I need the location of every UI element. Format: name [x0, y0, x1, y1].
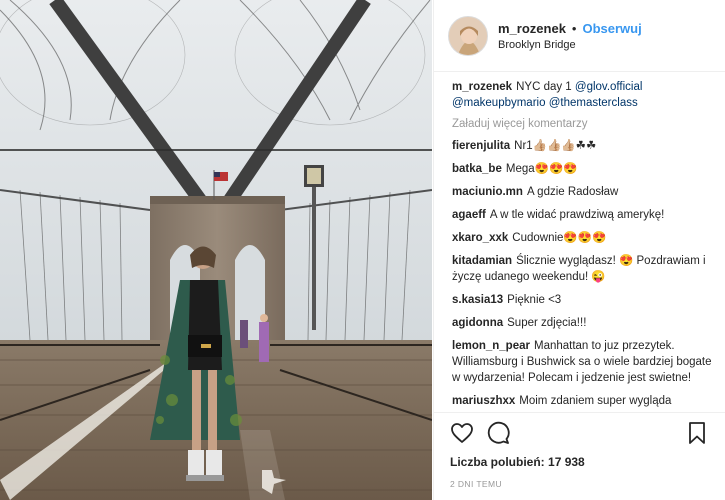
comment-text: Moim zdaniem super wygląda — [519, 395, 672, 407]
heart-icon[interactable] — [450, 421, 474, 445]
header-line: m_rozenek • Obserwuj — [498, 21, 642, 36]
comments-list[interactable]: m_rozenek NYC day 1 @glov.official @makeu… — [452, 79, 715, 409]
comment-username[interactable]: batka_be — [452, 163, 502, 175]
comment-username[interactable]: agaeff — [452, 209, 486, 221]
comment-item: mariuszhxx Moim zdaniem super wygląda — [452, 393, 715, 409]
comment-item: lemon_n_pear Manhattan to juz przezytek. … — [452, 338, 715, 386]
post-header: m_rozenek • Obserwuj Brooklyn Bridge — [434, 0, 725, 72]
comment-username[interactable]: kitadamian — [452, 255, 512, 267]
post-sidebar: m_rozenek • Obserwuj Brooklyn Bridge m_r… — [433, 0, 725, 500]
follow-button[interactable]: Obserwuj — [582, 21, 641, 36]
instagram-post-modal: m_rozenek • Obserwuj Brooklyn Bridge m_r… — [0, 0, 725, 500]
comment-text: Nr1👍🏼👍🏼👍🏼☘☘ — [514, 140, 597, 152]
header-text: m_rozenek • Obserwuj Brooklyn Bridge — [498, 21, 642, 51]
comment-icon[interactable] — [486, 421, 510, 445]
comment-username[interactable]: fierenjulita — [452, 140, 510, 152]
likes-label: Liczba polubień: — [450, 455, 545, 469]
comment-username[interactable]: agidonna — [452, 317, 503, 329]
username-link[interactable]: m_rozenek — [498, 21, 566, 36]
comment-item: agaeff A w tle widać prawdziwą amerykę! — [452, 207, 715, 223]
comment-item: xkaro_xxk Cudownie😍😍😍 — [452, 230, 715, 246]
comment-item: kitadamian Ślicznie wyglądasz! 😍 Pozdrawi… — [452, 253, 715, 285]
avatar[interactable] — [448, 15, 488, 56]
comment-username[interactable]: maciunio.mn — [452, 186, 523, 198]
comment-text: Mega😍😍😍 — [505, 163, 578, 175]
comment-item: agidonna Super zdjęcia!!! — [452, 315, 715, 331]
comment-item: s.kasia13 Pięknie <3 — [452, 292, 715, 308]
post-photo[interactable] — [0, 0, 432, 500]
comment-username[interactable]: xkaro_xxk — [452, 232, 508, 244]
post-actions: Liczba polubień: 17 938 2 DNI TEMU — [434, 412, 725, 500]
comment-text: Cudownie😍😍😍 — [512, 232, 607, 244]
comment-username[interactable]: mariuszhxx — [452, 395, 515, 407]
comment-username[interactable]: s.kasia13 — [452, 294, 503, 306]
bookmark-icon[interactable] — [685, 421, 709, 445]
post-timestamp[interactable]: 2 DNI TEMU — [450, 479, 709, 489]
separator-dot: • — [571, 20, 577, 36]
caption-username[interactable]: m_rozenek — [452, 81, 512, 93]
mention-link[interactable]: @glov.official — [575, 81, 643, 93]
comment-item: fierenjulita Nr1👍🏼👍🏼👍🏼☘☘ — [452, 138, 715, 154]
comment-username[interactable]: lemon_n_pear — [452, 340, 530, 352]
comment-text: Pięknie <3 — [507, 294, 562, 306]
likes-count[interactable]: Liczba polubień: 17 938 — [450, 455, 709, 469]
caption: m_rozenek NYC day 1 @glov.official @makeu… — [452, 79, 715, 111]
comment-item: maciunio.mn A gdzie Radosław — [452, 184, 715, 200]
mention-link[interactable]: @makeupbymario — [452, 97, 546, 109]
comment-item: batka_be Mega😍😍😍 — [452, 161, 715, 177]
action-icons — [450, 413, 709, 453]
caption-text: NYC day 1 — [516, 81, 572, 93]
load-more-comments-button[interactable]: Załaduj więcej komentarzy — [452, 118, 715, 130]
comment-text: Super zdjęcia!!! — [507, 317, 587, 329]
location-link[interactable]: Brooklyn Bridge — [498, 39, 642, 51]
comment-text: A gdzie Radosław — [526, 186, 619, 198]
likes-value: 17 938 — [548, 455, 585, 469]
mention-link[interactable]: @themasterclass — [549, 97, 638, 109]
comment-text: A w tle widać prawdziwą amerykę! — [489, 209, 665, 221]
